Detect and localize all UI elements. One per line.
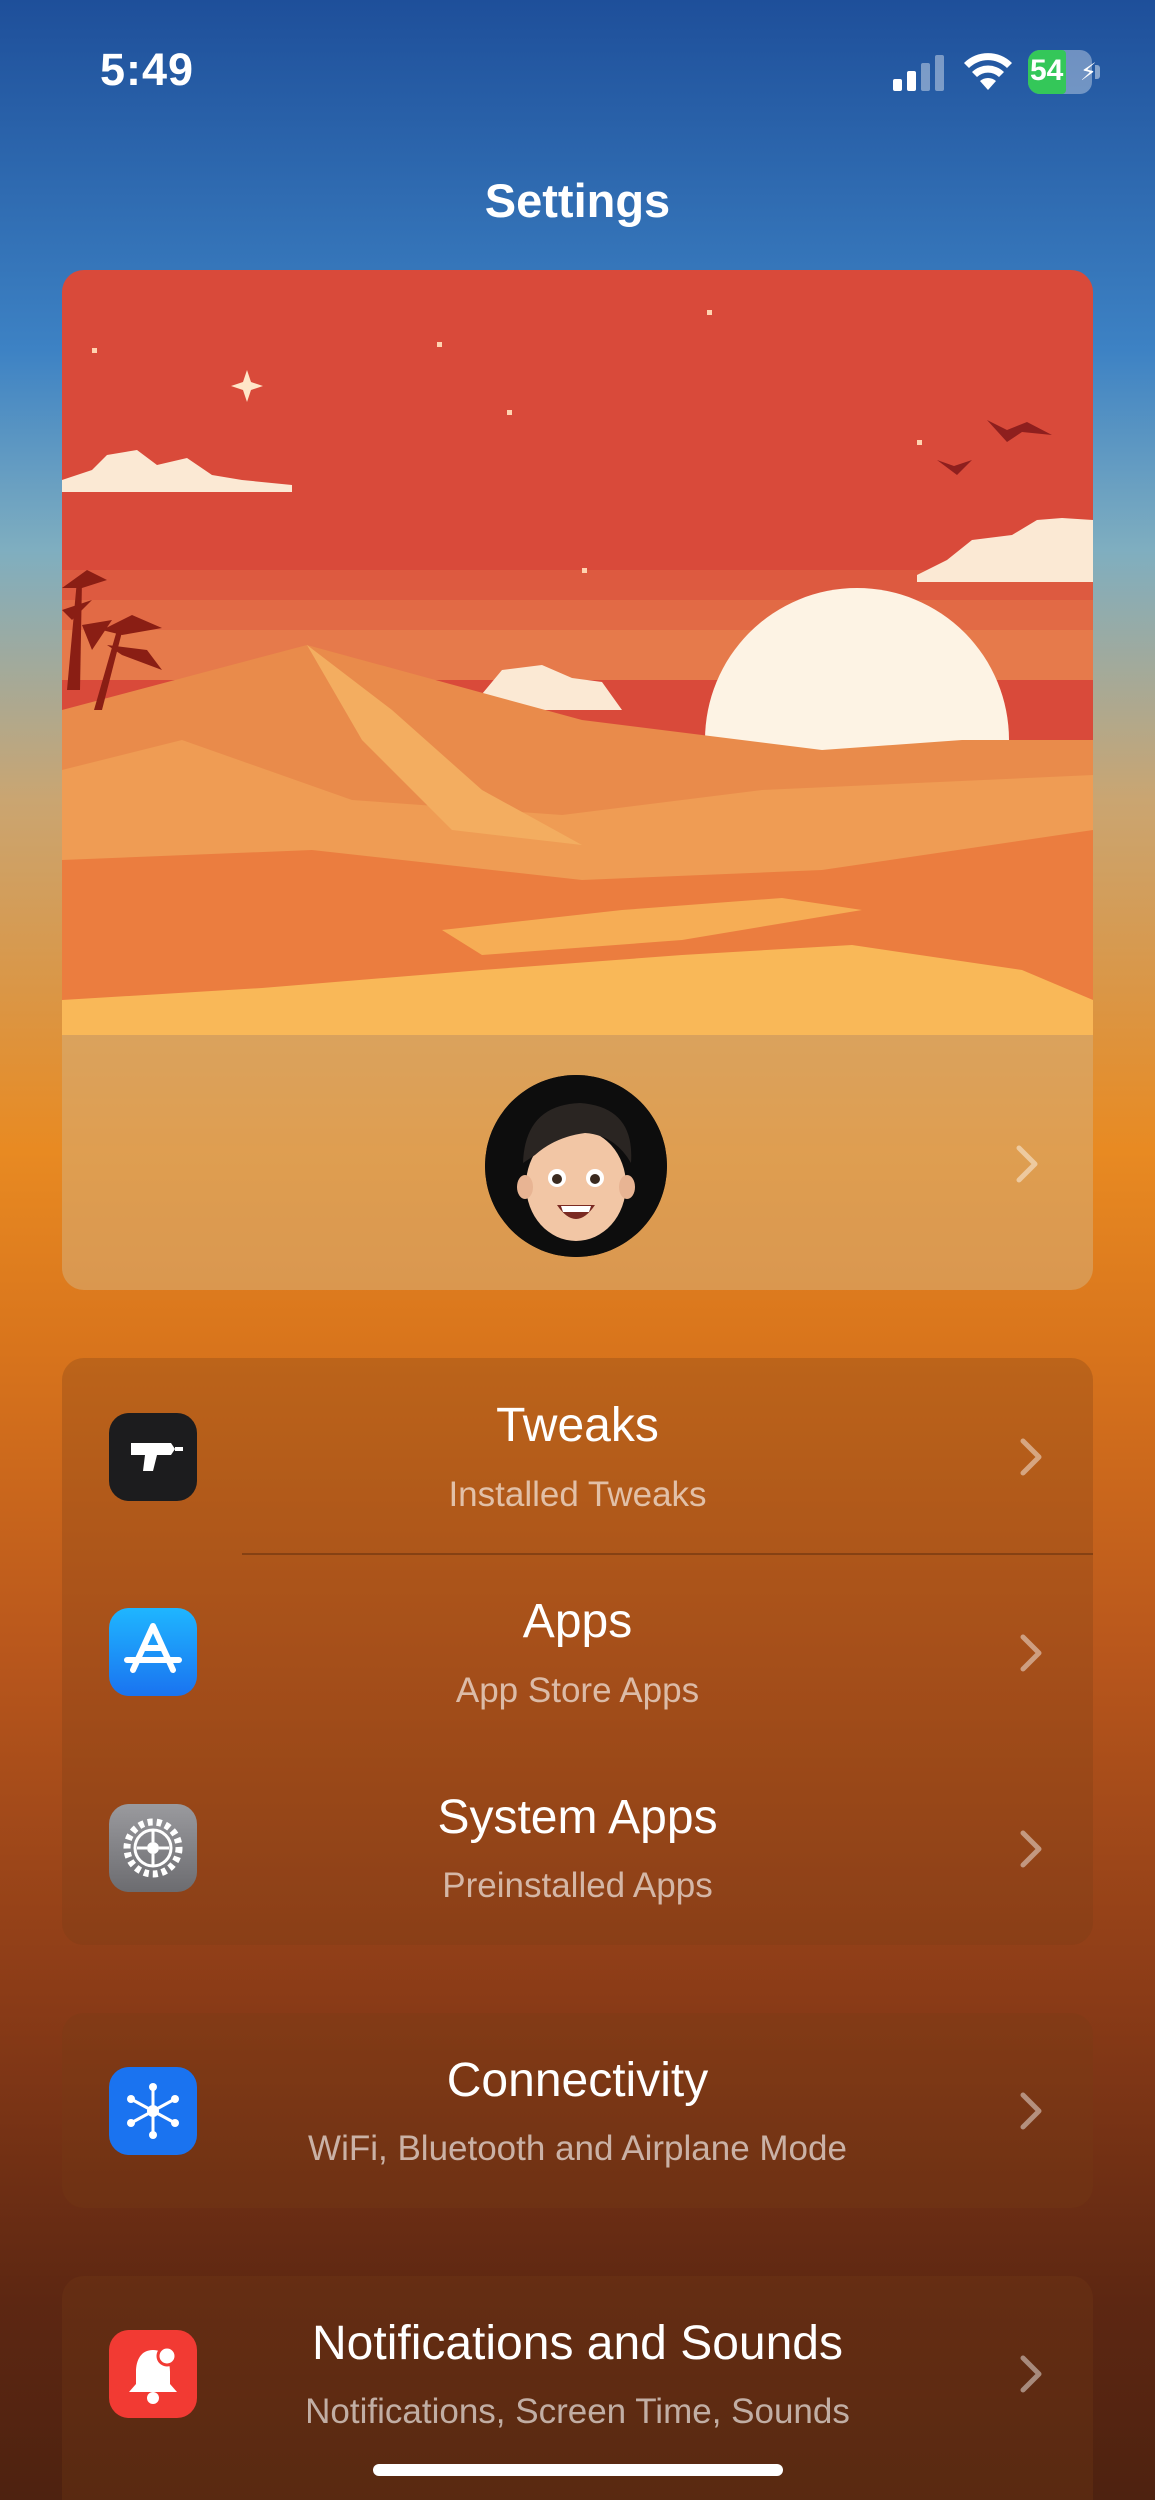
chevron-right-icon: [1020, 1634, 1042, 1672]
menu-subtitle: App Store Apps: [455, 1671, 700, 1710]
wifi-icon: [964, 53, 1012, 90]
chevron-right-icon: [1020, 1438, 1042, 1476]
menu-row-tweaks[interactable]: [62, 1358, 1093, 1554]
menu-title: Apps: [522, 1595, 633, 1648]
menu-row-notifications[interactable]: [62, 2276, 1093, 2471]
menu-title: Notifications and Sounds: [312, 2317, 843, 2370]
status-time: 5:49: [100, 44, 195, 95]
home-indicator[interactable]: [373, 2464, 783, 2476]
page-title: Settings: [484, 174, 671, 227]
chevron-right-icon: [1016, 1145, 1038, 1183]
menu-subtitle: WiFi, Bluetooth and Airplane Mode: [308, 2129, 847, 2168]
menu-title: Tweaks: [496, 1399, 659, 1452]
menu-title: System Apps: [437, 1791, 718, 1844]
battery-icon: 54 ⚡: [1028, 50, 1100, 94]
chevron-right-icon: [1020, 1830, 1042, 1868]
chevron-right-icon: [1020, 2092, 1042, 2130]
desert-banner-image: [62, 270, 1093, 1035]
menu-row-system-apps[interactable]: [62, 1750, 1093, 1945]
menu-subtitle: Preinstalled Apps: [442, 1866, 713, 1905]
avatar[interactable]: [485, 1075, 667, 1257]
menu-row-apps[interactable]: [62, 1555, 1093, 1749]
chevron-right-icon: [1020, 2355, 1042, 2393]
battery-percentage: 54: [1030, 54, 1064, 87]
menu-row-connectivity[interactable]: [62, 2013, 1093, 2208]
menu-subtitle: Installed Tweaks: [448, 1475, 707, 1514]
cellular-signal-icon: [893, 55, 944, 91]
menu-subtitle: Notifications, Screen Time, Sounds: [305, 2392, 850, 2431]
menu-title: Connectivity: [446, 2054, 709, 2107]
